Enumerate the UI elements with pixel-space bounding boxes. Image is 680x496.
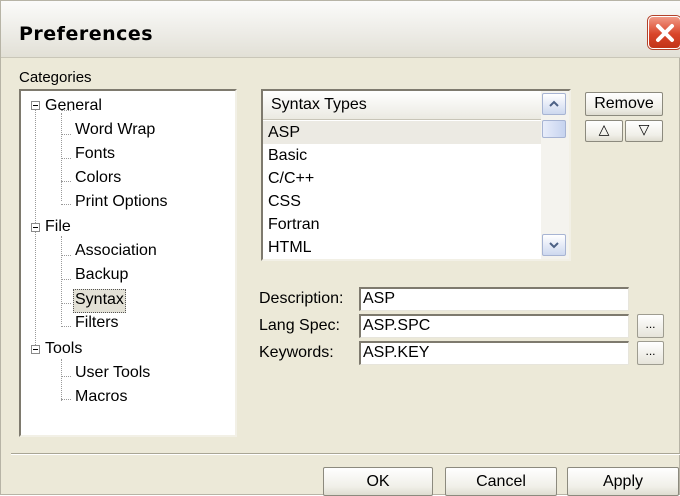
tree-item-general[interactable]: General [45, 96, 102, 118]
tree-branch [61, 255, 71, 256]
apply-button[interactable]: Apply [567, 467, 679, 496]
keywords-browse-button[interactable]: ... [637, 341, 664, 365]
tree-branch [61, 181, 71, 182]
list-item[interactable]: CSS [263, 190, 541, 213]
tree-branch [61, 326, 71, 327]
footer-separator [11, 453, 680, 455]
close-button[interactable] [648, 16, 680, 49]
tree-item-fonts[interactable]: Fonts [75, 144, 115, 166]
list-item[interactable]: ASP [263, 121, 541, 144]
tree-branch [61, 376, 71, 377]
tree-item-filters[interactable]: Filters [75, 313, 119, 335]
tree-branch [61, 204, 71, 205]
tree-branch [61, 303, 71, 304]
tree-item-association[interactable]: Association [75, 241, 157, 263]
list-scrollbar[interactable] [541, 91, 569, 259]
keywords-field[interactable]: ASP.KEY [359, 341, 629, 365]
tree-branch [61, 279, 71, 280]
lang-spec-browse-button[interactable]: ... [637, 314, 664, 338]
collapse-icon[interactable] [31, 345, 40, 354]
list-item[interactable]: HTML [263, 236, 541, 259]
syntax-types-list[interactable]: Syntax Types ASP Basic C/C++ CSS Fortran… [261, 89, 571, 261]
tree-item-file[interactable]: File [45, 217, 71, 239]
tree-general-line [61, 113, 62, 201]
lang-spec-field[interactable]: ASP.SPC [359, 314, 629, 338]
scroll-up-button[interactable] [542, 93, 566, 115]
tree-branch [61, 134, 71, 135]
close-icon [656, 24, 674, 42]
tree-tools-line [61, 359, 62, 401]
tree-item-syntax[interactable]: Syntax [73, 289, 126, 313]
title-bar[interactable]: Preferences [1, 1, 680, 58]
chevron-up-icon [549, 100, 559, 107]
lang-spec-label: Lang Spec: [259, 317, 340, 334]
scroll-thumb[interactable] [542, 120, 566, 138]
collapse-icon[interactable] [31, 101, 40, 110]
list-item[interactable]: C/C++ [263, 167, 541, 190]
tree-branch [61, 399, 71, 400]
tree-item-print-options[interactable]: Print Options [75, 192, 167, 214]
cancel-button[interactable]: Cancel [445, 467, 557, 496]
tree-item-word-wrap[interactable]: Word Wrap [75, 120, 155, 142]
chevron-down-icon [549, 242, 559, 249]
move-up-button[interactable]: △ [585, 120, 623, 142]
description-label: Description: [259, 290, 344, 307]
collapse-icon[interactable] [31, 223, 40, 232]
tree-branch [61, 158, 71, 159]
scroll-down-button[interactable] [542, 234, 566, 256]
list-item[interactable]: Fortran [263, 213, 541, 236]
preferences-dialog: Preferences Categories General Word Wrap… [0, 0, 680, 496]
categories-tree[interactable]: General Word Wrap Fonts Colors Print Opt… [19, 89, 237, 437]
categories-label: Categories [19, 69, 92, 86]
ok-button[interactable]: OK [323, 467, 433, 496]
dialog-title: Preferences [19, 23, 154, 45]
tree-item-tools[interactable]: Tools [45, 339, 82, 361]
tree-item-backup[interactable]: Backup [75, 265, 128, 287]
description-field[interactable]: ASP [359, 287, 629, 311]
list-item[interactable]: Basic [263, 144, 541, 167]
move-down-button[interactable]: ▽ [625, 120, 663, 142]
tree-item-colors[interactable]: Colors [75, 168, 121, 190]
tree-item-macros[interactable]: Macros [75, 387, 127, 409]
remove-button[interactable]: Remove [585, 92, 663, 116]
tree-file-line [61, 236, 62, 324]
keywords-label: Keywords: [259, 344, 334, 361]
tree-item-user-tools[interactable]: User Tools [75, 363, 150, 385]
syntax-types-header[interactable]: Syntax Types [263, 91, 541, 120]
